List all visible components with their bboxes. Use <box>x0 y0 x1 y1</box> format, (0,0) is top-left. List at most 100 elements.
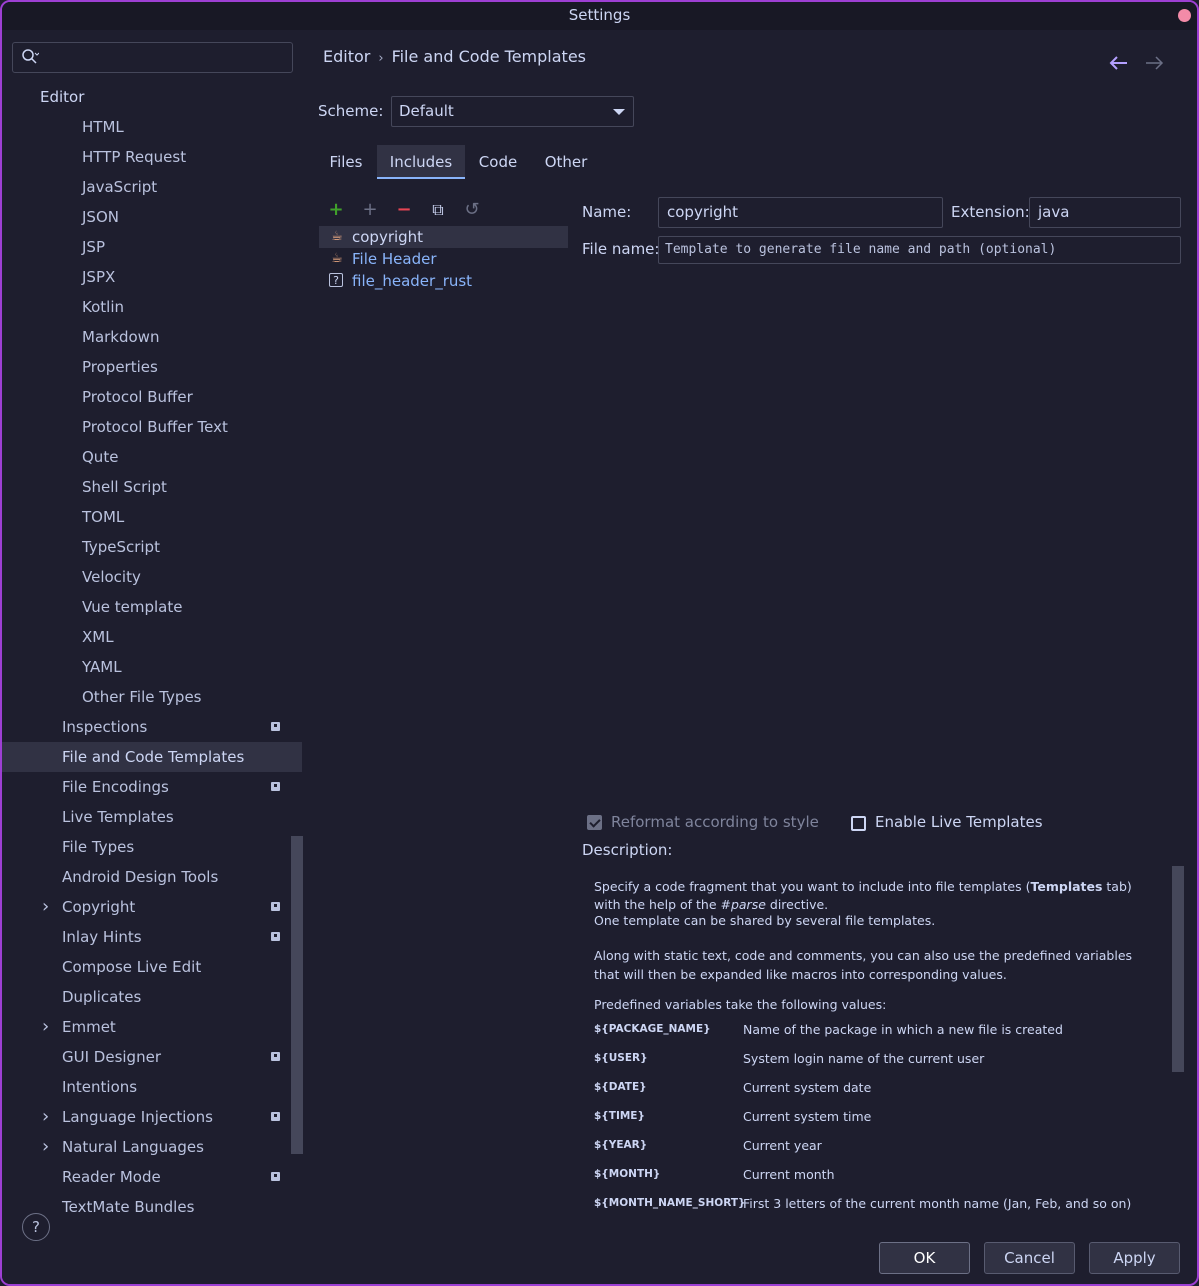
sidebar-item[interactable]: Velocity <box>2 562 292 592</box>
sidebar-item[interactable]: Protocol Buffer <box>2 382 292 412</box>
sidebar-item[interactable]: Android Design Tools <box>2 862 292 892</box>
template-item-file-header-rust[interactable]: ? file_header_rust <box>319 270 568 292</box>
sidebar-item[interactable]: Markdown <box>2 322 292 352</box>
sidebar-item[interactable]: JSON <box>2 202 292 232</box>
desc-bold: Templates <box>1030 879 1103 894</box>
sidebar-item[interactable]: Intentions <box>2 1072 292 1102</box>
copy-template-icon[interactable]: ⧉ <box>426 198 450 222</box>
sidebar-item[interactable]: JSPX <box>2 262 292 292</box>
help-button[interactable]: ? <box>22 1213 50 1241</box>
project-level-icon <box>271 902 280 911</box>
sidebar-item[interactable]: File and Code Templates <box>2 742 302 772</box>
chevron-right-icon[interactable]: › <box>42 1102 49 1132</box>
sidebar-item-label: Kotlin <box>82 298 124 316</box>
project-level-icon <box>271 1112 280 1121</box>
sidebar-item[interactable]: Inspections <box>2 712 292 742</box>
sidebar-item[interactable]: Live Templates <box>2 802 292 832</box>
sidebar-item[interactable]: HTTP Request <box>2 142 292 172</box>
sidebar-item[interactable]: Other File Types <box>2 682 292 712</box>
sidebar-item[interactable]: File Types <box>2 832 292 862</box>
sidebar-item[interactable]: Vue template <box>2 592 292 622</box>
tab-code[interactable]: Code <box>466 145 530 179</box>
description-scrollbar[interactable] <box>1172 866 1184 1072</box>
template-item-file-header[interactable]: ☕ File Header <box>319 248 568 270</box>
description-variables-intro: Along with static text, code and comment… <box>594 948 1133 982</box>
sidebar-item-label: Natural Languages <box>62 1138 204 1156</box>
settings-search-input[interactable] <box>12 42 293 73</box>
sidebar-item[interactable]: XML <box>2 622 292 652</box>
remove-template-icon[interactable]: − <box>392 198 416 222</box>
desc-italic: #parse <box>720 897 766 912</box>
sidebar-item[interactable]: Compose Live Edit <box>2 952 292 982</box>
sidebar-item[interactable]: Shell Script <box>2 472 292 502</box>
add-template-icon[interactable]: + <box>324 198 348 222</box>
cup-icon: ☕ <box>331 251 343 266</box>
tab-includes[interactable]: Includes <box>377 145 465 179</box>
sidebar-item[interactable]: Reader Mode <box>2 1162 292 1192</box>
template-item-copyright[interactable]: ☕ copyright <box>319 226 568 248</box>
sidebar-item[interactable]: GUI Designer <box>2 1042 292 1072</box>
sidebar-item[interactable]: Duplicates <box>2 982 292 1012</box>
sidebar-item-label: Properties <box>82 358 158 376</box>
sidebar-item[interactable]: Protocol Buffer Text <box>2 412 292 442</box>
variable-description: System login name of the current user <box>743 1051 985 1066</box>
sidebar-item[interactable]: File Encodings <box>2 772 292 802</box>
settings-window: Settings Editor HTML HTTP Request JavaScri… <box>0 0 1199 1286</box>
sidebar-item[interactable]: Emmet › <box>2 1012 292 1042</box>
sidebar-item-label: Android Design Tools <box>62 868 219 886</box>
sidebar-item[interactable]: TOML <box>2 502 292 532</box>
name-label: Name: <box>582 203 632 221</box>
sidebar-item[interactable]: JSP <box>2 232 292 262</box>
filename-field[interactable]: Template to generate file name and path … <box>658 236 1181 264</box>
variable-description: Current system time <box>743 1109 872 1124</box>
sidebar-item[interactable]: JavaScript <box>2 172 292 202</box>
sidebar-item[interactable]: Inlay Hints <box>2 922 292 952</box>
reformat-checkbox[interactable] <box>587 815 602 830</box>
apply-button[interactable]: Apply <box>1089 1242 1180 1274</box>
add-child-template-icon[interactable]: + <box>358 198 382 222</box>
sidebar-item-label: Protocol Buffer Text <box>82 418 228 436</box>
chevron-right-icon[interactable]: › <box>42 1132 49 1162</box>
scheme-select[interactable]: Default <box>391 96 634 127</box>
sidebar-item-label: XML <box>82 628 114 646</box>
sidebar-item[interactable]: HTML <box>2 112 292 142</box>
live-templates-checkbox[interactable] <box>851 816 866 831</box>
chevron-right-icon[interactable]: › <box>42 892 49 922</box>
back-arrow-icon[interactable] <box>1109 52 1129 76</box>
name-field[interactable]: copyright <box>658 197 943 228</box>
sidebar-item[interactable]: Kotlin <box>2 292 292 322</box>
live-templates-label: Enable Live Templates <box>875 813 1043 831</box>
description-intro: Specify a code fragment that you want to… <box>594 878 1156 914</box>
sidebar-item[interactable]: Copyright › <box>2 892 292 922</box>
tree-root-editor[interactable]: Editor <box>40 82 290 112</box>
sidebar-item-label: TextMate Bundles <box>62 1198 195 1216</box>
reset-template-icon[interactable]: ↺ <box>460 198 484 222</box>
breadcrumb-separator: › <box>378 51 384 66</box>
sidebar-item-label: HTTP Request <box>82 148 187 166</box>
sidebar-item-label: File Types <box>62 838 135 856</box>
forward-arrow-icon[interactable] <box>1144 52 1164 76</box>
ok-button[interactable]: OK <box>879 1242 970 1274</box>
sidebar-scrollbar[interactable] <box>291 836 303 1154</box>
sidebar-item[interactable]: Natural Languages › <box>2 1132 292 1162</box>
breadcrumb-parent[interactable]: Editor <box>323 47 370 66</box>
sidebar-item-label: Other File Types <box>82 688 202 706</box>
sidebar-item[interactable]: TypeScript <box>2 532 292 562</box>
sidebar-item-label: Inlay Hints <box>62 928 142 946</box>
sidebar-item[interactable]: Properties <box>2 352 292 382</box>
tab-files[interactable]: Files <box>316 145 376 179</box>
close-window-button[interactable] <box>1178 9 1191 22</box>
tab-other[interactable]: Other <box>531 145 601 179</box>
variable-name: ${MONTH} <box>594 1168 661 1180</box>
filename-label: File name: <box>582 240 660 258</box>
sidebar-item[interactable]: Language Injections › <box>2 1102 292 1132</box>
unknown-file-icon: ? <box>329 273 343 287</box>
template-label: file_header_rust <box>352 272 473 290</box>
cup-icon: ☕ <box>331 229 343 244</box>
variable-name: ${DATE} <box>594 1081 647 1093</box>
sidebar-item[interactable]: Qute <box>2 442 292 472</box>
sidebar-item[interactable]: YAML <box>2 652 292 682</box>
cancel-button[interactable]: Cancel <box>984 1242 1075 1274</box>
extension-field[interactable]: java <box>1029 197 1181 228</box>
chevron-right-icon[interactable]: › <box>42 1012 49 1042</box>
